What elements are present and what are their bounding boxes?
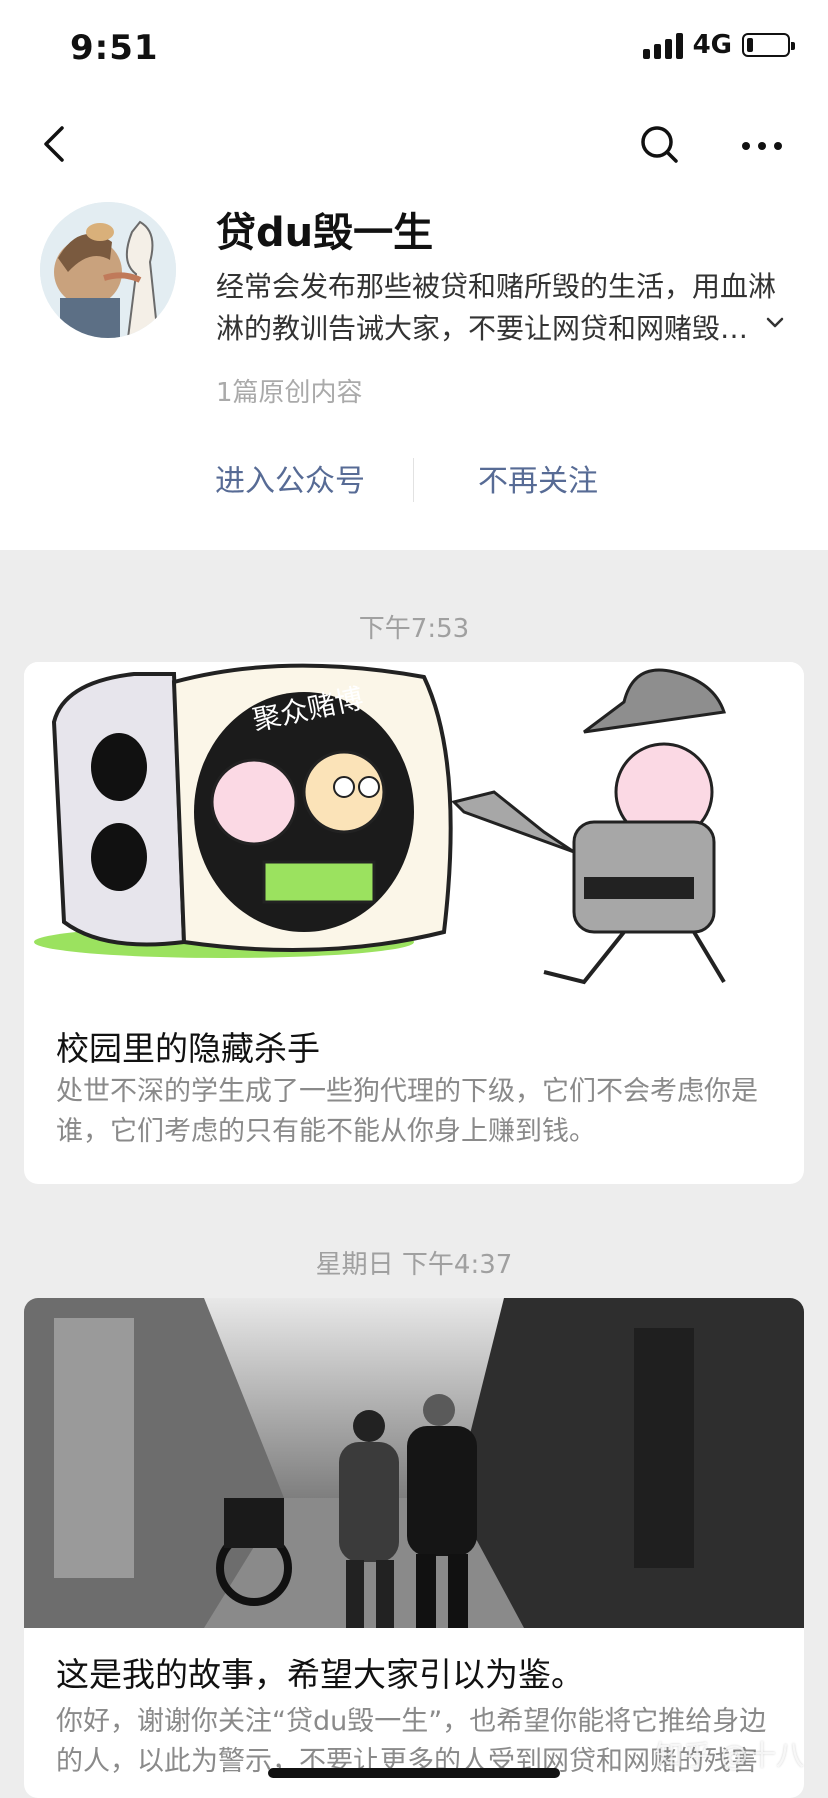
more-button[interactable] (732, 112, 792, 172)
message-timestamp: 星期日 下午4:37 (315, 1250, 513, 1280)
article-cover-image (24, 1298, 804, 1628)
unfollow-button[interactable]: 不再关注 (418, 454, 658, 510)
watermark: 知乎 @十八 (655, 1739, 804, 1772)
more-dots-icon (742, 142, 782, 150)
back-button[interactable] (36, 112, 76, 172)
article-card[interactable]: 聚众赌博 校园里的隐藏杀手 处世不深的学生成了一些狗代理的下级，它们不会考虑你是… (24, 662, 804, 1184)
original-content-count: 1篇原创内容 (216, 378, 363, 408)
status-time: 9:51 (70, 28, 159, 68)
battery-icon (742, 33, 795, 57)
profile-header: 贷du毁一生 经常会发布那些被贷和赌所毁的生活，用血淋淋的教训告诫大家，不要让网… (0, 98, 828, 550)
status-icons: 4G (642, 30, 795, 60)
account-name: 贷du毁一生 (216, 210, 434, 256)
article-title: 校园里的隐藏杀手 (56, 1029, 320, 1068)
action-divider (413, 458, 414, 502)
account-description: 经常会发布那些被贷和赌所毁的生活，用血淋淋的教训告诫大家，不要让网贷和网赌毁… (216, 270, 777, 345)
expand-description-button[interactable] (760, 308, 790, 338)
signal-icon (642, 31, 683, 59)
account-avatar (40, 202, 176, 338)
chevron-down-icon (766, 317, 784, 328)
account-actions: 进入公众号 不再关注 (0, 444, 828, 524)
enter-account-button[interactable]: 进入公众号 (160, 454, 420, 510)
status-bar: 9:51 4G (0, 0, 828, 98)
chevron-left-icon (44, 126, 64, 162)
search-button[interactable] (630, 112, 690, 172)
home-indicator[interactable] (268, 1768, 560, 1778)
article-summary: 处世不深的学生成了一些狗代理的下级，它们不会考虑你是谁，它们考虑的只有能不能从你… (56, 1076, 758, 1147)
message-timestamp: 下午7:53 (358, 614, 470, 644)
search-icon (641, 126, 678, 163)
article-card[interactable]: 这是我的故事，希望大家引以为鉴。 你好，谢谢你关注“贷du毁一生”，也希望你能将… (24, 1298, 804, 1798)
article-title: 这是我的故事，希望大家引以为鉴。 (56, 1655, 584, 1694)
network-label: 4G (692, 30, 732, 60)
article-cover-image: 聚众赌博 (24, 662, 804, 992)
